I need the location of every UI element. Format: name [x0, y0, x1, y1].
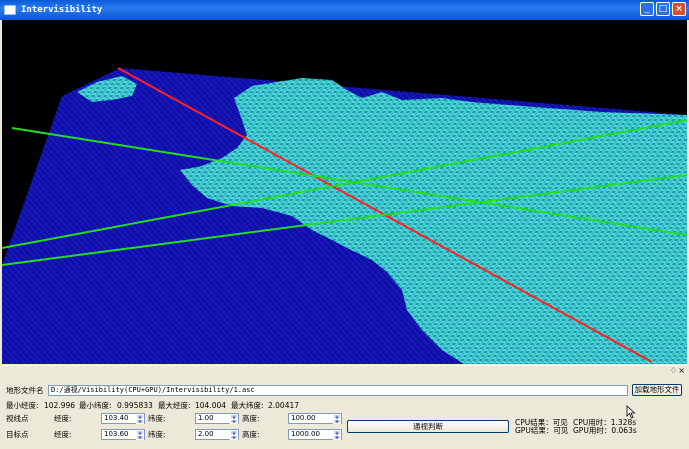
- maximize-button[interactable]: □: [656, 2, 670, 16]
- mouse-cursor-icon: [626, 405, 636, 419]
- dock-close-icon[interactable]: ×: [678, 366, 685, 376]
- spin-arrows-icon[interactable]: ▲ ▼: [136, 430, 144, 440]
- app-icon: [4, 5, 16, 15]
- terrain-file-path-input[interactable]: D:/通视/Visibility(CPU+GPU)/Intervisibilit…: [48, 385, 628, 396]
- visibility-judge-button[interactable]: 通视判断: [347, 420, 509, 433]
- window-title: Intervisibility: [21, 5, 103, 15]
- spin-arrows-icon[interactable]: ▲ ▼: [230, 430, 238, 440]
- intervisibility-window: Intervisibility _ □ × ♢ × 地形文件名 D:/通视/Vi…: [0, 0, 689, 449]
- spin-arrows-icon[interactable]: ▲ ▼: [333, 430, 341, 440]
- viewpoint-lon-value: 103.40: [104, 414, 129, 422]
- viewpoint-height-spinbox[interactable]: 100.00 ▲ ▼: [288, 413, 342, 424]
- viewpoint-lat-value: 1.00: [198, 414, 214, 422]
- max-lat-value: 2.00417: [268, 401, 300, 410]
- dock-float-icon[interactable]: ♢: [670, 366, 677, 376]
- viewpoint-label: 视线点: [6, 414, 29, 423]
- control-dock-header: ♢ ×: [2, 365, 687, 376]
- spin-arrows-icon[interactable]: ▲ ▼: [230, 414, 238, 424]
- terrain-render: [2, 67, 687, 364]
- load-terrain-button[interactable]: 加载地形文件: [632, 384, 682, 396]
- target-lat-spinbox[interactable]: 2.00 ▲ ▼: [195, 429, 239, 440]
- gpu-result: GPU结果：可见: [515, 426, 569, 435]
- target-lat-label: 纬度:: [148, 430, 166, 439]
- viewpoint-lat-spinbox[interactable]: 1.00 ▲ ▼: [195, 413, 239, 424]
- viewpoint-lon-spinbox[interactable]: 103.40 ▲ ▼: [101, 413, 145, 424]
- title-bar[interactable]: Intervisibility _ □ ×: [0, 0, 689, 20]
- target-lat-value: 2.00: [198, 430, 214, 438]
- gpu-time: GPU用时：0.063s: [573, 426, 637, 435]
- terrain-3d-viewport[interactable]: [2, 20, 687, 364]
- viewpoint-height-label: 高度:: [242, 414, 260, 423]
- minimize-button[interactable]: _: [640, 2, 654, 16]
- close-button[interactable]: ×: [672, 2, 686, 16]
- min-lat-value: 0.995833: [117, 401, 153, 410]
- terrain-file-label: 地形文件名: [6, 386, 44, 395]
- min-lon-label: 最小经度:: [6, 401, 39, 410]
- spin-arrows-icon[interactable]: ▲ ▼: [333, 414, 341, 424]
- max-lon-value: 104.004: [195, 401, 227, 410]
- max-lon-label: 最大经度:: [158, 401, 191, 410]
- target-lon-value: 103.60: [104, 430, 129, 438]
- viewpoint-height-value: 100.00: [291, 414, 316, 422]
- target-lon-spinbox[interactable]: 103.60 ▲ ▼: [101, 429, 145, 440]
- title-buttons: _ □ ×: [640, 2, 686, 16]
- spin-arrows-icon[interactable]: ▲ ▼: [136, 414, 144, 424]
- target-lon-label: 经度:: [54, 430, 72, 439]
- target-height-spinbox[interactable]: 1000.00 ▲ ▼: [288, 429, 342, 440]
- viewpoint-lon-label: 经度:: [54, 414, 72, 423]
- max-lat-label: 最大纬度:: [231, 401, 264, 410]
- target-height-value: 1000.00: [291, 430, 320, 438]
- min-lat-label: 最小纬度:: [79, 401, 112, 410]
- min-lon-value: 102.996: [44, 401, 76, 410]
- target-height-label: 高度:: [242, 430, 260, 439]
- viewpoint-lat-label: 纬度:: [148, 414, 166, 423]
- target-label: 目标点: [6, 430, 29, 439]
